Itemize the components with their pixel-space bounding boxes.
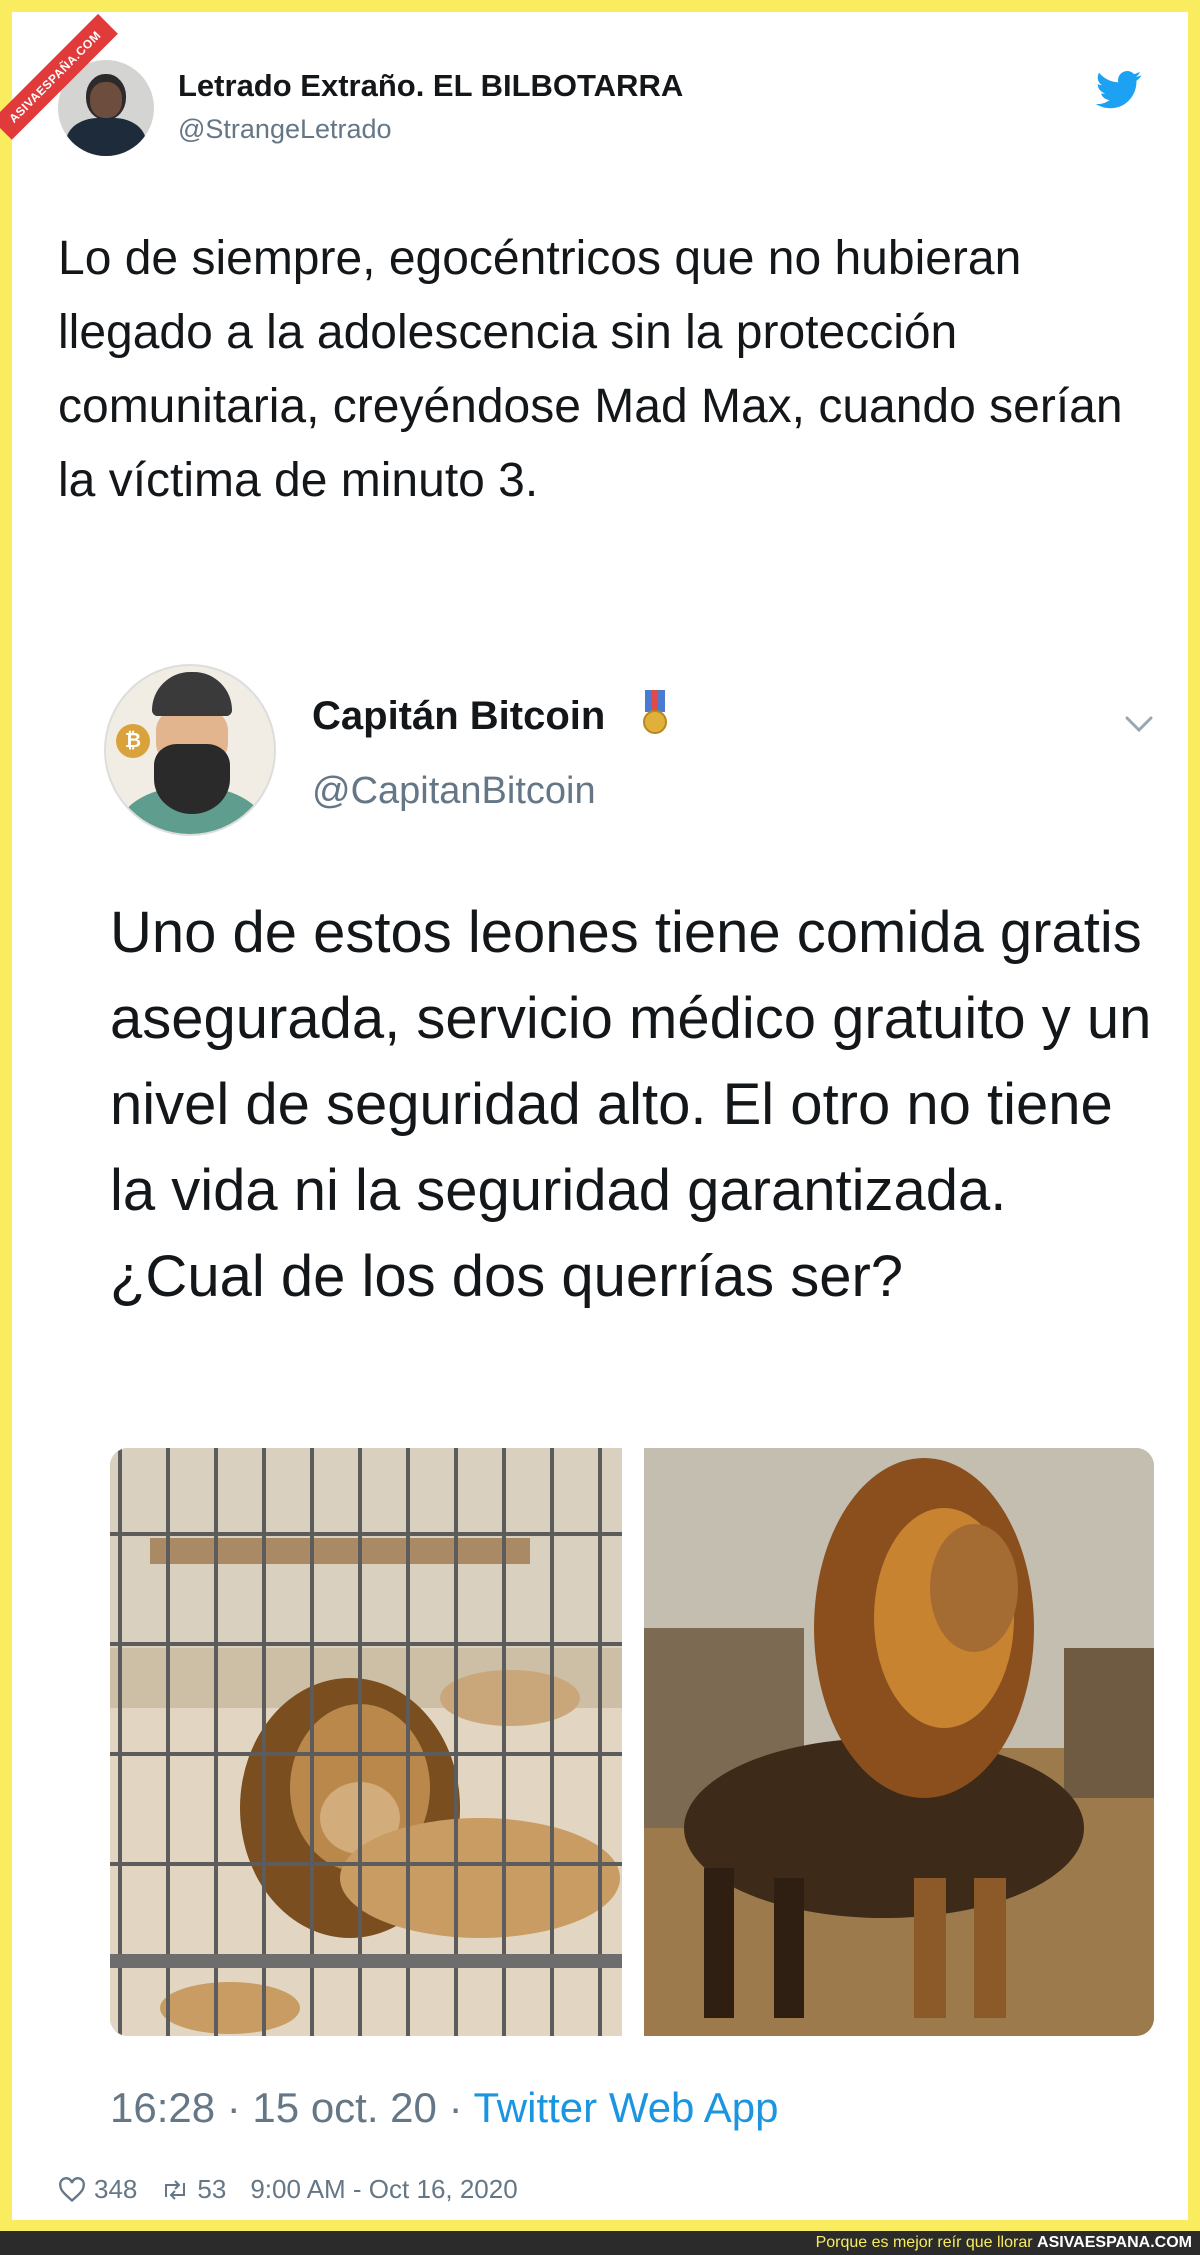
retweet-icon[interactable]: [161, 2177, 189, 2203]
caged-lion-photo[interactable]: [110, 1448, 622, 2036]
author-handle[interactable]: @StrangeLetrado: [178, 114, 392, 145]
author-name[interactable]: Letrado Extraño. EL BILBOTARRA: [178, 68, 683, 104]
tweet-card: Letrado Extraño. EL BILBOTARRA @StrangeL…: [12, 12, 1188, 2220]
quoted-tweet-meta: 16:28 · 15 oct. 20 · Twitter Web App: [110, 2084, 779, 2132]
medal-icon: [643, 690, 667, 734]
quoted-author-avatar[interactable]: ₿: [104, 664, 276, 836]
chevron-down-icon[interactable]: [1124, 714, 1154, 734]
like-count: 348: [94, 2174, 138, 2204]
tweet-timestamp: 9:00 AM - Oct 16, 2020: [250, 2174, 518, 2204]
heart-icon[interactable]: [58, 2176, 86, 2203]
quoted-tweet[interactable]: ₿ Capitán Bitcoin @CapitanBitcoin Uno de…: [58, 652, 1168, 2172]
banner-brand[interactable]: ASIVAESPANA.COM: [1037, 2234, 1192, 2251]
wild-lion-photo[interactable]: [644, 1448, 1154, 2036]
tweet-footer: 348 53 9:00 AM - Oct 16, 2020: [58, 2174, 518, 2205]
banner-slogan: Porque es mejor reír que llorar: [815, 2234, 1038, 2251]
twitter-bird-icon[interactable]: [1096, 70, 1142, 110]
bottom-banner: Porque es mejor reír que llorar ASIVAESP…: [0, 2231, 1200, 2255]
quoted-tweet-text: Uno de estos leones tiene comida gratis …: [110, 900, 1152, 1309]
tweet-text: Lo de siempre, egocéntricos que no hubie…: [58, 232, 1123, 507]
source-app-link[interactable]: Twitter Web App: [473, 2084, 778, 2131]
quoted-author-handle[interactable]: @CapitanBitcoin: [312, 770, 596, 813]
quoted-timestamp: 16:28 · 15 oct. 20 ·: [110, 2084, 474, 2131]
quoted-author-name[interactable]: Capitán Bitcoin: [312, 694, 605, 739]
retweet-count: 53: [197, 2174, 227, 2204]
